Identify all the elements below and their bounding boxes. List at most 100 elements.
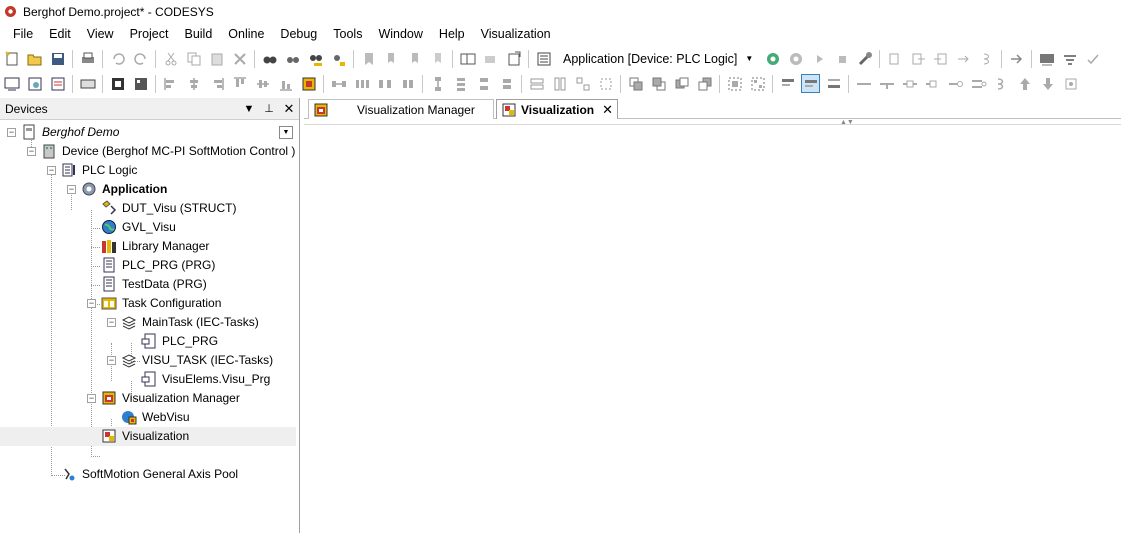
- distribute-horizontal-icon[interactable]: [329, 74, 348, 93]
- tree-item-testdata[interactable]: TestData (PRG): [0, 275, 296, 294]
- pin-icon[interactable]: ⊥: [259, 102, 279, 115]
- collapse-toggle-icon[interactable]: −: [87, 299, 96, 308]
- hotkeys-icon[interactable]: [131, 74, 150, 93]
- find-icon[interactable]: [260, 49, 279, 68]
- tree-item-dut-visu[interactable]: DUT_Visu (STRUCT): [0, 199, 296, 218]
- interface-editor-icon[interactable]: [48, 74, 67, 93]
- menu-file[interactable]: File: [0, 23, 41, 45]
- one-forward-icon[interactable]: [672, 74, 691, 93]
- make-same-height-icon[interactable]: [550, 74, 569, 93]
- keyboard-icon[interactable]: [78, 74, 97, 93]
- one-backward-icon[interactable]: [695, 74, 714, 93]
- tree-item-device[interactable]: − Device (Berghof MC-PI SoftMotion Contr…: [0, 142, 296, 161]
- send-to-back-icon[interactable]: [649, 74, 668, 93]
- align-bottom-icon[interactable]: [276, 74, 295, 93]
- menu-online[interactable]: Online: [220, 23, 272, 45]
- distribute-vertical-icon[interactable]: [428, 74, 447, 93]
- replace-icon[interactable]: [329, 49, 348, 68]
- align-center-icon[interactable]: [184, 74, 203, 93]
- collapse-toggle-icon[interactable]: −: [67, 185, 76, 194]
- logout-icon[interactable]: [786, 49, 805, 68]
- active-application-selector[interactable]: Application [Device: PLC Logic] ▼: [559, 49, 757, 69]
- run-to-cursor-icon[interactable]: [954, 49, 973, 68]
- tree-item-plc-prg[interactable]: PLC_PRG (PRG): [0, 256, 296, 275]
- jump-connector-icon[interactable]: [992, 74, 1011, 93]
- collapse-toggle-icon[interactable]: −: [107, 318, 116, 327]
- make-same-size-icon[interactable]: [573, 74, 592, 93]
- layout-bottom-icon[interactable]: [824, 74, 843, 93]
- menu-visualization[interactable]: Visualization: [473, 23, 559, 45]
- step-out-icon[interactable]: [931, 49, 950, 68]
- new-project-icon[interactable]: [2, 49, 21, 68]
- tree-item-plc-logic[interactable]: − PLC Logic: [0, 161, 296, 180]
- open-project-icon[interactable]: [25, 49, 44, 68]
- menu-edit[interactable]: Edit: [41, 23, 79, 45]
- visu-toolbox-icon[interactable]: [2, 74, 21, 93]
- show-current-statement-icon[interactable]: [1007, 49, 1026, 68]
- layout-top-icon[interactable]: [778, 74, 797, 93]
- menu-project[interactable]: Project: [122, 23, 177, 45]
- reset-icon[interactable]: [855, 49, 874, 68]
- tree-item-application[interactable]: − Application: [0, 180, 296, 199]
- distribute-spacing-h-icon[interactable]: [352, 74, 371, 93]
- align-top-icon[interactable]: [230, 74, 249, 93]
- line-connector-icon[interactable]: [854, 74, 873, 93]
- print-icon[interactable]: [78, 49, 97, 68]
- find-replace-icon[interactable]: [306, 49, 325, 68]
- cut-icon[interactable]: [161, 49, 180, 68]
- menu-view[interactable]: View: [79, 23, 122, 45]
- tree-root-dropdown-icon[interactable]: ▼: [279, 126, 293, 139]
- tree-item-maintask[interactable]: − MainTask (IEC-Tasks): [0, 313, 296, 332]
- tab-visualization[interactable]: Visualization ✕: [496, 99, 618, 119]
- ungroup-icon[interactable]: [748, 74, 767, 93]
- align-left-icon[interactable]: [161, 74, 180, 93]
- close-tab-icon[interactable]: ✕: [602, 102, 613, 118]
- paste-icon[interactable]: [207, 49, 226, 68]
- step-into-icon[interactable]: [908, 49, 927, 68]
- visu-preview-icon[interactable]: [299, 74, 318, 93]
- collapse-toggle-icon[interactable]: −: [27, 147, 36, 156]
- menu-debug[interactable]: Debug: [272, 23, 325, 45]
- tree-item-task-configuration[interactable]: − Task Configuration: [0, 294, 296, 313]
- tree-item-softmotion-axis-pool[interactable]: SoftMotion General Axis Pool: [0, 465, 296, 484]
- start-icon[interactable]: [809, 49, 828, 68]
- element-list-icon[interactable]: [108, 74, 127, 93]
- tree-item-gvl-visu[interactable]: GVL_Visu: [0, 218, 296, 237]
- collapse-toggle-icon[interactable]: −: [87, 394, 96, 403]
- generate-code-icon[interactable]: [534, 49, 553, 68]
- coil-connector-icon[interactable]: [969, 74, 988, 93]
- set-next-statement-icon[interactable]: [977, 49, 996, 68]
- decrease-spacing-v-icon[interactable]: [497, 74, 516, 93]
- tree-item-berghof-demo[interactable]: − Berghof Demo ▼: [0, 123, 296, 142]
- bookmark-clear-icon[interactable]: [428, 49, 447, 68]
- save-icon[interactable]: [48, 49, 67, 68]
- tree-item-visu-task[interactable]: − VISU_TASK (IEC-Tasks): [0, 351, 296, 370]
- collapse-toggle-icon[interactable]: −: [7, 128, 16, 137]
- step-over-icon[interactable]: [885, 49, 904, 68]
- force-values-icon[interactable]: [1060, 49, 1079, 68]
- menu-help[interactable]: Help: [431, 23, 473, 45]
- bookmark-prev-icon[interactable]: [405, 49, 424, 68]
- collapse-toggle-icon[interactable]: −: [107, 356, 116, 365]
- increase-spacing-v-icon[interactable]: [474, 74, 493, 93]
- contact-connector-icon[interactable]: [946, 74, 965, 93]
- layout-active-icon[interactable]: [801, 74, 820, 93]
- build-dropdown-icon[interactable]: [481, 49, 500, 68]
- bring-to-front-icon[interactable]: [626, 74, 645, 93]
- move-down-icon[interactable]: [1038, 74, 1057, 93]
- increase-spacing-h-icon[interactable]: [375, 74, 394, 93]
- panel-menu-chevron-down-icon[interactable]: ▼: [239, 103, 259, 115]
- tree-item-plc-prg-call[interactable]: PLC_PRG: [0, 332, 296, 351]
- stop-icon[interactable]: [832, 49, 851, 68]
- menu-window[interactable]: Window: [370, 23, 430, 45]
- align-right-icon[interactable]: [207, 74, 226, 93]
- collapse-toggle-icon[interactable]: −: [47, 166, 56, 175]
- export-icon[interactable]: [504, 49, 523, 68]
- insert-element-icon[interactable]: [1061, 74, 1080, 93]
- compare-icon[interactable]: [458, 49, 477, 68]
- write-values-icon[interactable]: [1037, 49, 1056, 68]
- box-connector-icon[interactable]: [900, 74, 919, 93]
- tab-visualization-manager[interactable]: Visualization Manager: [308, 99, 494, 119]
- move-up-icon[interactable]: [1015, 74, 1034, 93]
- find-next-icon[interactable]: [283, 49, 302, 68]
